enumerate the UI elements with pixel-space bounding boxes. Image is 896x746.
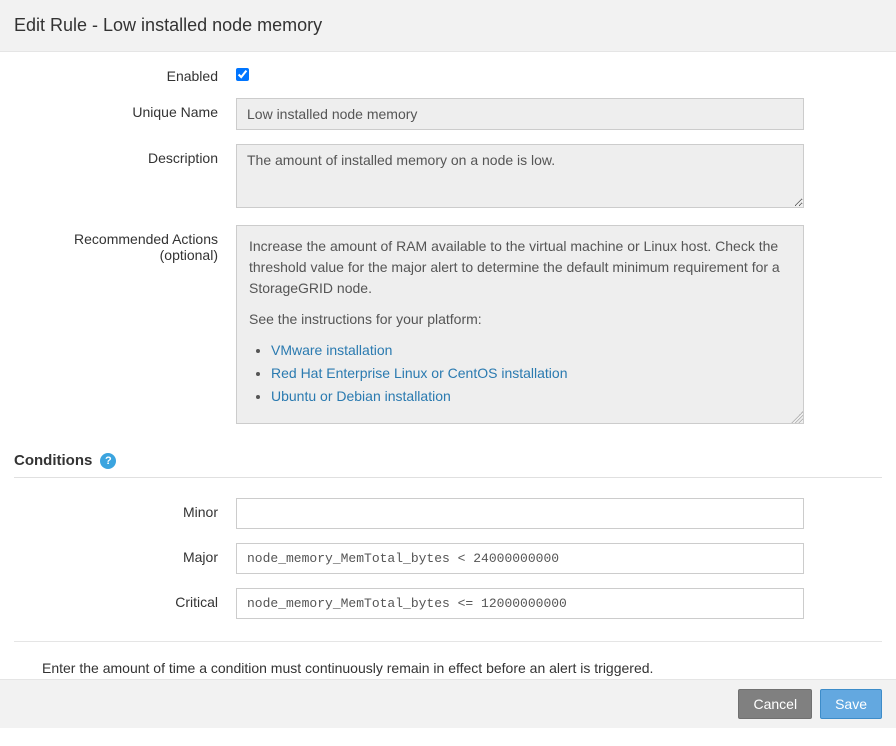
list-item: VMware installation bbox=[271, 340, 791, 361]
row-critical: Critical bbox=[14, 588, 882, 619]
conditions-title: Conditions bbox=[14, 452, 92, 469]
unique-name-input[interactable] bbox=[236, 98, 804, 130]
minor-label: Minor bbox=[14, 498, 236, 529]
divider bbox=[14, 641, 882, 642]
dialog-title: Edit Rule - Low installed node memory bbox=[14, 15, 882, 36]
dialog-footer: Cancel Save bbox=[0, 679, 896, 728]
cancel-button[interactable]: Cancel bbox=[738, 689, 812, 719]
help-icon[interactable]: ? bbox=[100, 453, 116, 469]
dialog-header: Edit Rule - Low installed node memory bbox=[0, 0, 896, 52]
critical-label: Critical bbox=[14, 588, 236, 619]
list-item: Red Hat Enterprise Linux or CentOS insta… bbox=[271, 363, 791, 384]
recommended-actions-text-1: Increase the amount of RAM available to … bbox=[249, 236, 791, 299]
link-ubuntu-debian-installation[interactable]: Ubuntu or Debian installation bbox=[271, 388, 451, 404]
conditions-section-header: Conditions ? bbox=[14, 452, 882, 478]
row-recommended-actions: Recommended Actions (optional) Increase … bbox=[14, 225, 882, 424]
form-body: Enabled Unique Name Description The amou… bbox=[0, 52, 896, 746]
major-input[interactable] bbox=[236, 543, 804, 574]
unique-name-label: Unique Name bbox=[14, 98, 236, 130]
duration-hint: Enter the amount of time a condition mus… bbox=[42, 660, 882, 676]
minor-input[interactable] bbox=[236, 498, 804, 529]
critical-input[interactable] bbox=[236, 588, 804, 619]
row-enabled: Enabled bbox=[14, 62, 882, 84]
recommended-actions-text-2: See the instructions for your platform: bbox=[249, 309, 791, 330]
description-label: Description bbox=[14, 144, 236, 211]
row-minor: Minor bbox=[14, 498, 882, 529]
resize-handle-icon[interactable] bbox=[791, 411, 803, 423]
row-description: Description The amount of installed memo… bbox=[14, 144, 882, 211]
enabled-label: Enabled bbox=[14, 62, 236, 84]
list-item: Ubuntu or Debian installation bbox=[271, 386, 791, 407]
recommended-actions-label: Recommended Actions (optional) bbox=[14, 225, 236, 424]
major-label: Major bbox=[14, 543, 236, 574]
enabled-checkbox[interactable] bbox=[236, 68, 249, 81]
row-unique-name: Unique Name bbox=[14, 98, 882, 130]
recommended-actions-box[interactable]: Increase the amount of RAM available to … bbox=[236, 225, 804, 424]
row-major: Major bbox=[14, 543, 882, 574]
link-vmware-installation[interactable]: VMware installation bbox=[271, 342, 392, 358]
description-textarea[interactable]: The amount of installed memory on a node… bbox=[236, 144, 804, 208]
recommended-actions-link-list: VMware installation Red Hat Enterprise L… bbox=[249, 340, 791, 407]
save-button[interactable]: Save bbox=[820, 689, 882, 719]
link-rhel-centos-installation[interactable]: Red Hat Enterprise Linux or CentOS insta… bbox=[271, 365, 567, 381]
